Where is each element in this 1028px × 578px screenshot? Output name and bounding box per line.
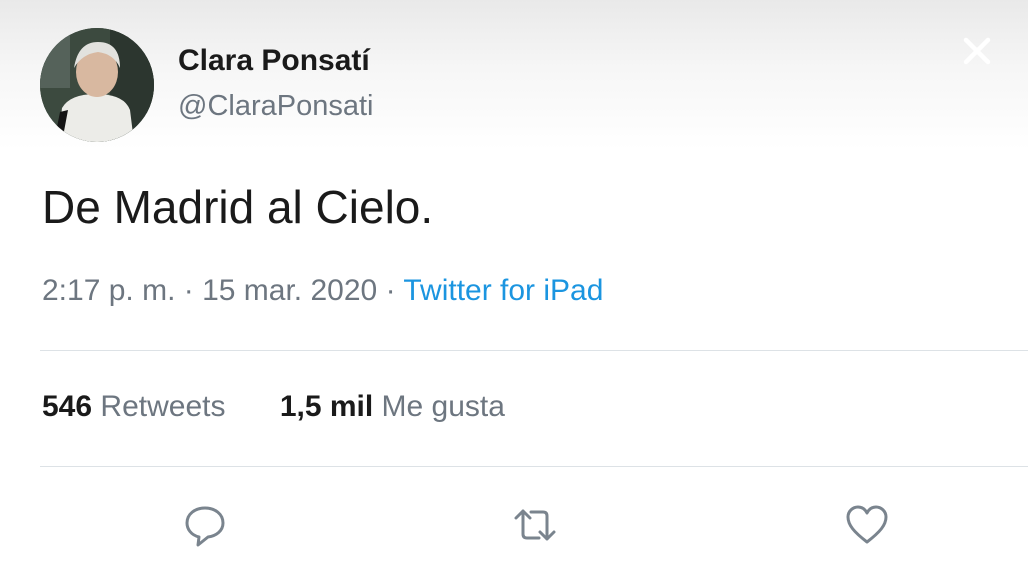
close-icon xyxy=(963,37,991,65)
heart-icon xyxy=(846,505,888,544)
meta-separator: · xyxy=(183,274,194,307)
avatar[interactable] xyxy=(40,28,154,142)
tweet-stats: 546 Retweets 1,5 mil Me gusta xyxy=(42,390,505,424)
meta-separator: · xyxy=(385,274,396,307)
top-shade xyxy=(0,0,1028,150)
tweet-text: De Madrid al Cielo. xyxy=(42,181,434,233)
reply-button[interactable] xyxy=(180,500,230,550)
retweets-label: Retweets xyxy=(100,390,226,423)
tweet-detail-view: Clara Ponsatí @ClaraPonsati De Madrid al… xyxy=(0,0,1028,578)
retweet-button[interactable] xyxy=(510,500,560,550)
like-button[interactable] xyxy=(842,500,892,550)
user-handle[interactable]: @ClaraPonsati xyxy=(178,90,373,123)
tweet-source-link[interactable]: Twitter for iPad xyxy=(403,274,603,307)
tweet-time[interactable]: 2:17 p. m. xyxy=(42,274,175,307)
tweet-meta: 2:17 p. m. · 15 mar. 2020 · Twitter for … xyxy=(42,274,603,308)
likes-stat[interactable]: 1,5 mil Me gusta xyxy=(280,390,505,424)
close-button[interactable] xyxy=(956,30,998,72)
reply-icon xyxy=(185,506,225,547)
divider xyxy=(40,466,1028,467)
divider xyxy=(40,350,1028,351)
retweets-stat[interactable]: 546 Retweets xyxy=(42,390,225,424)
retweet-icon xyxy=(514,509,556,541)
likes-label: Me gusta xyxy=(381,390,505,423)
avatar-image xyxy=(40,28,154,142)
tweet-date[interactable]: 15 mar. 2020 xyxy=(202,274,377,307)
display-name[interactable]: Clara Ponsatí xyxy=(178,44,370,78)
retweets-count: 546 xyxy=(42,390,93,423)
likes-count: 1,5 mil xyxy=(279,390,374,423)
